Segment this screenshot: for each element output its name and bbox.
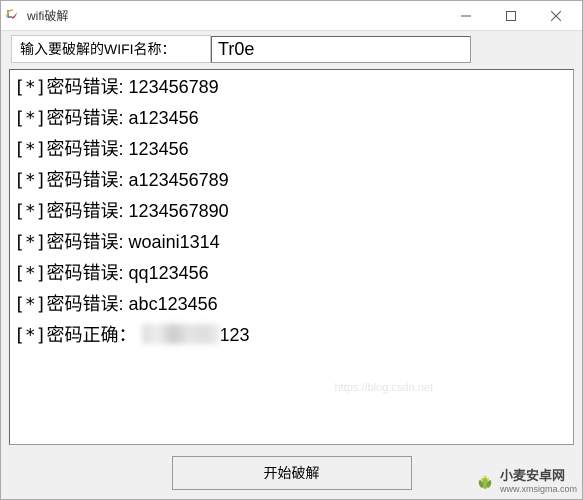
app-icon — [5, 8, 21, 24]
output-line: [*]密码错误: abc123456 — [14, 289, 569, 320]
output-line: [*]密码错误: a123456789 — [14, 165, 569, 196]
window-title: wifi破解 — [27, 7, 443, 24]
window-controls — [443, 2, 578, 30]
app-window: wifi破解 输入要破解的WIFI名称： [*]密码错误: 123456789 … — [0, 0, 583, 500]
maximize-button[interactable] — [488, 2, 533, 30]
faded-watermark-url: https://blog.csdn.net — [335, 382, 433, 394]
start-crack-button[interactable]: 开始破解 — [172, 456, 412, 490]
input-row: 输入要破解的WIFI名称： — [1, 31, 582, 67]
output-line: [*]密码错误: 123456 — [14, 134, 569, 165]
wifi-name-label: 输入要破解的WIFI名称： — [11, 35, 211, 63]
output-line: [*]密码错误: qq123456 — [14, 258, 569, 289]
wheat-icon — [474, 469, 496, 491]
minimize-button[interactable] — [443, 2, 488, 30]
censored-password — [142, 324, 220, 344]
output-line-correct: [*]密码正确： 123 — [14, 320, 569, 351]
wifi-name-input[interactable] — [211, 36, 471, 63]
titlebar: wifi破解 — [1, 1, 582, 31]
watermark-text: 小麦安卓网 www.xmsigma.com — [500, 465, 577, 494]
output-line: [*]密码错误: woaini1314 — [14, 227, 569, 258]
output-textarea[interactable]: [*]密码错误: 123456789 [*]密码错误: a123456 [*]密… — [9, 69, 574, 445]
output-line: [*]密码错误: 1234567890 — [14, 196, 569, 227]
site-watermark: 小麦安卓网 www.xmsigma.com — [474, 465, 577, 494]
output-line: [*]密码错误: 123456789 — [14, 72, 569, 103]
close-button[interactable] — [533, 2, 578, 30]
output-line: [*]密码错误: a123456 — [14, 103, 569, 134]
